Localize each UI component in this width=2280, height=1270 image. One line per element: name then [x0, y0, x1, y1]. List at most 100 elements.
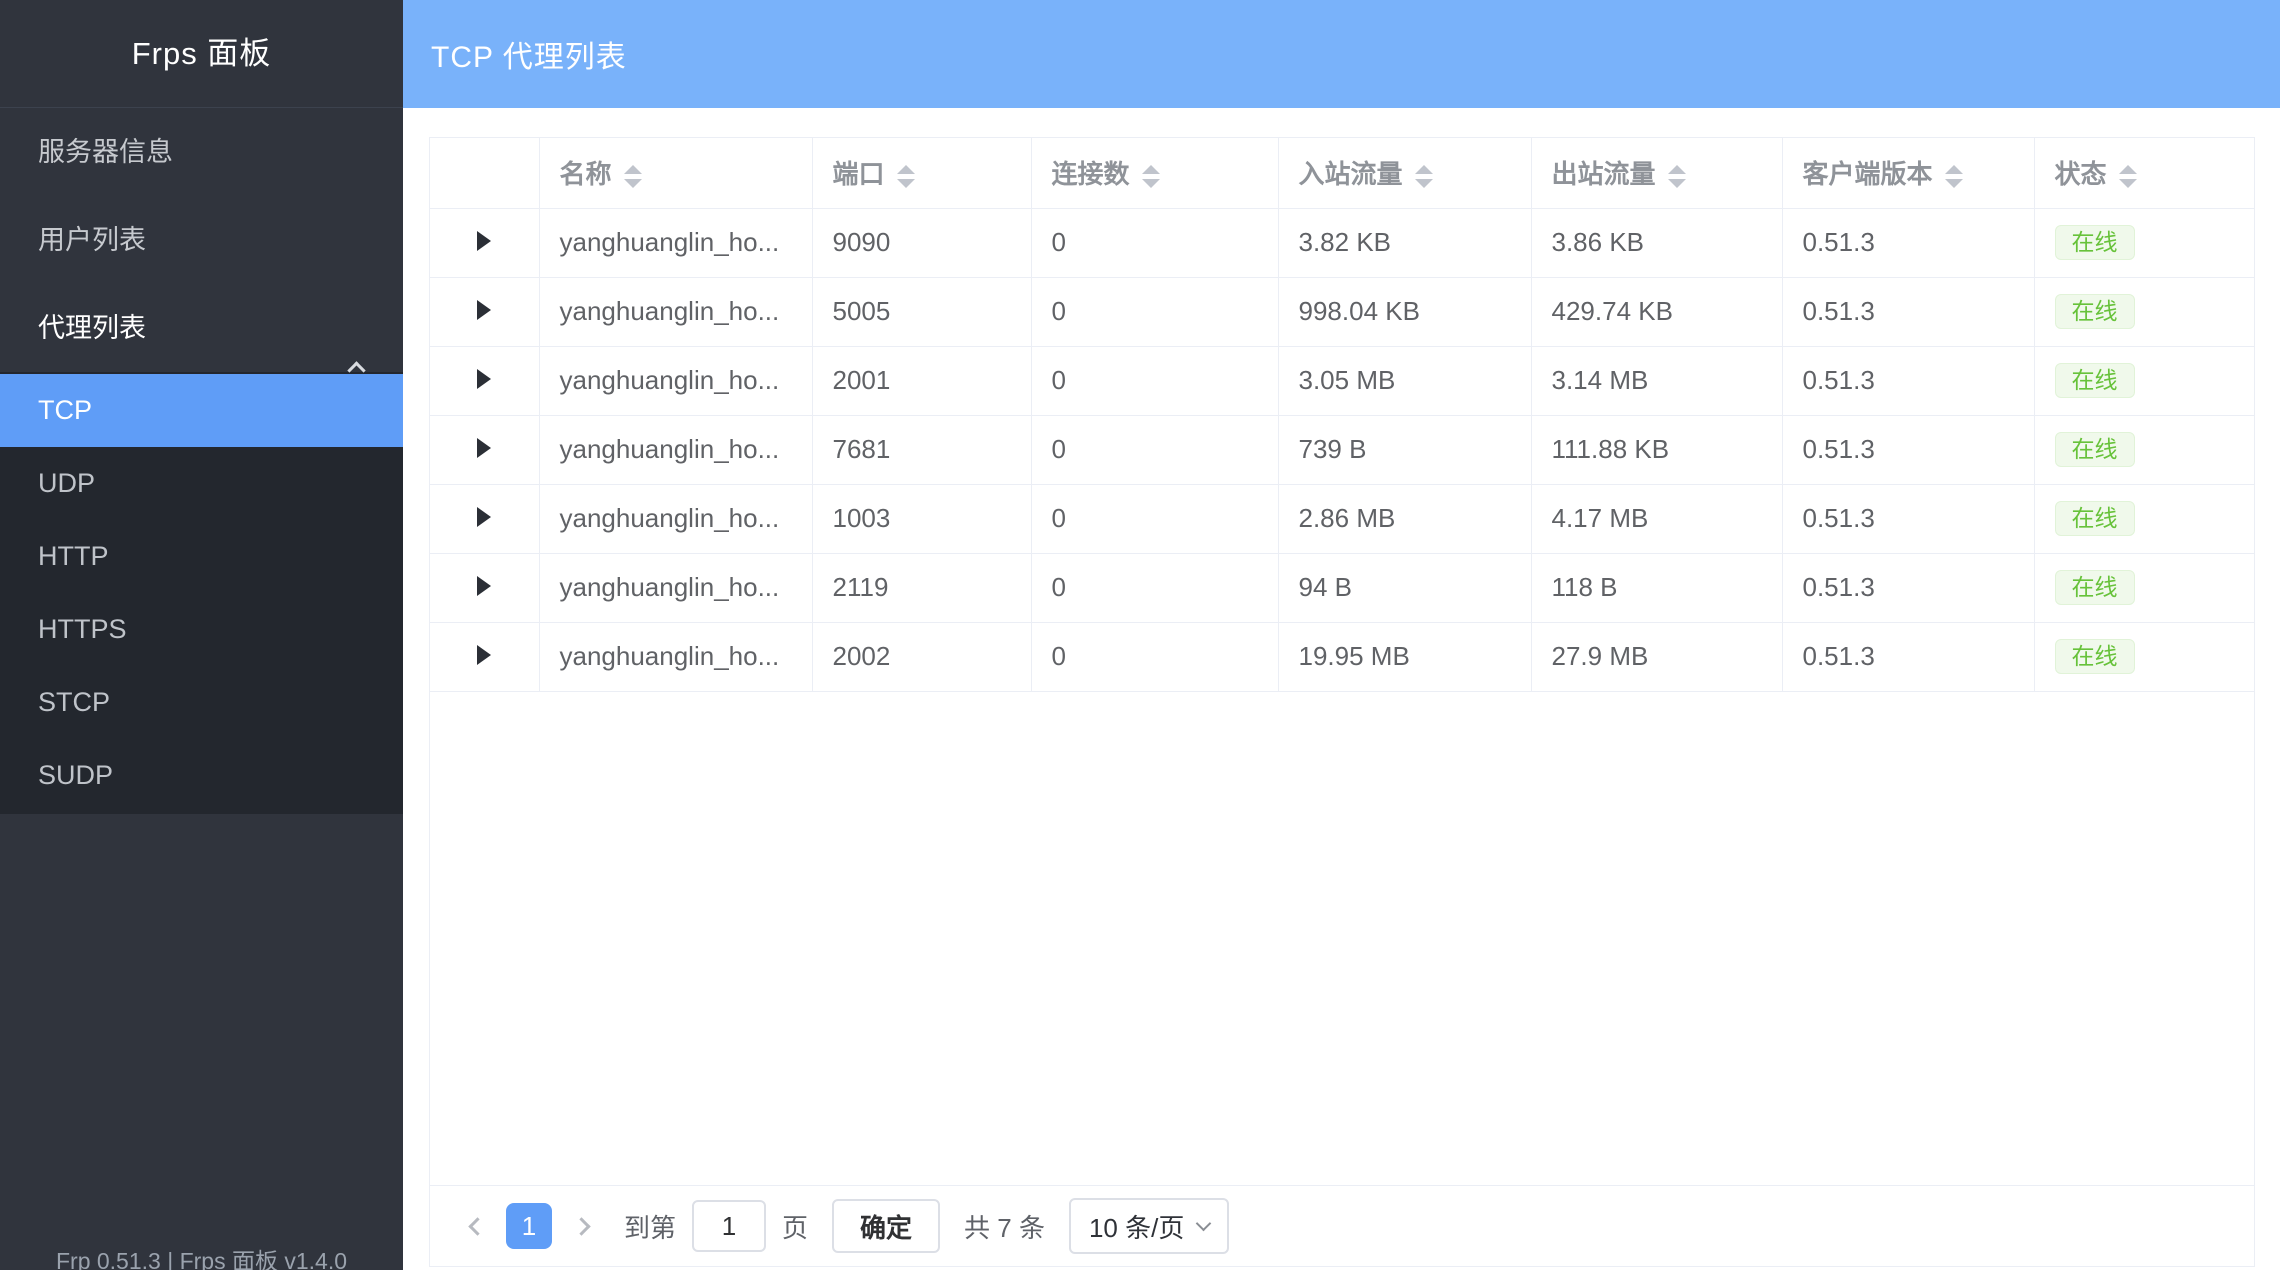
confirm-button[interactable]: 确定 — [832, 1199, 940, 1253]
cell-port: 1003 — [812, 484, 1031, 553]
cell-version: 0.51.3 — [1782, 415, 2034, 484]
expand-row-icon[interactable] — [477, 300, 491, 320]
cell-connections: 0 — [1031, 208, 1278, 277]
table-row: yanghuanglin_ho... 5005 0 998.04 KB 429.… — [430, 277, 2254, 346]
cell-connections: 0 — [1031, 277, 1278, 346]
expand-row-icon[interactable] — [477, 645, 491, 665]
sort-icon[interactable] — [2119, 165, 2137, 188]
table-row: yanghuanglin_ho... 1003 0 2.86 MB 4.17 M… — [430, 484, 2254, 553]
sidebar-item-user-list[interactable]: 用户列表 — [0, 196, 403, 284]
column-label: 出站流量 — [1552, 159, 1656, 189]
cell-port: 2001 — [812, 346, 1031, 415]
column-header-name[interactable]: 名称 — [539, 138, 812, 208]
sidebar-item-server-info[interactable]: 服务器信息 — [0, 108, 403, 196]
table-row: yanghuanglin_ho... 7681 0 739 B 111.88 K… — [430, 415, 2254, 484]
sort-icon[interactable] — [624, 165, 642, 188]
sidebar-item-udp[interactable]: UDP — [0, 447, 403, 520]
status-badge: 在线 — [2055, 225, 2135, 260]
cell-port: 5005 — [812, 277, 1031, 346]
sidebar-item-http[interactable]: HTTP — [0, 520, 403, 593]
sort-icon[interactable] — [1142, 165, 1160, 188]
cell-connections: 0 — [1031, 415, 1278, 484]
sidebar-item-label: 代理列表 — [38, 313, 146, 343]
chevron-down-icon — [1196, 1215, 1212, 1231]
chevron-up-icon — [350, 324, 363, 412]
sort-icon[interactable] — [897, 165, 915, 188]
column-label: 状态 — [2055, 159, 2107, 189]
page-unit-label: 页 — [782, 1208, 808, 1245]
cell-traffic-in: 2.86 MB — [1278, 484, 1531, 553]
sidebar-item-tcp[interactable]: TCP — [0, 374, 403, 447]
column-header-traffic-out[interactable]: 出站流量 — [1531, 138, 1782, 208]
column-header-port[interactable]: 端口 — [812, 138, 1031, 208]
cell-traffic-out: 118 B — [1531, 553, 1782, 622]
cell-traffic-out: 3.86 KB — [1531, 208, 1782, 277]
status-badge: 在线 — [2055, 294, 2135, 329]
cell-traffic-in: 998.04 KB — [1278, 277, 1531, 346]
sort-icon[interactable] — [1668, 165, 1686, 188]
page-header: TCP 代理列表 — [403, 0, 2280, 108]
cell-traffic-out: 27.9 MB — [1531, 622, 1782, 691]
table-row: yanghuanglin_ho... 2001 0 3.05 MB 3.14 M… — [430, 346, 2254, 415]
expand-row-icon[interactable] — [477, 576, 491, 596]
cell-name: yanghuanglin_ho... — [539, 208, 812, 277]
goto-label: 到第 — [624, 1208, 676, 1245]
sidebar: Frps 面板 服务器信息 用户列表 代理列表 TCP UDP HTTP HTT… — [0, 0, 403, 1270]
status-badge: 在线 — [2055, 570, 2135, 605]
column-header-connections[interactable]: 连接数 — [1031, 138, 1278, 208]
cell-connections: 0 — [1031, 553, 1278, 622]
sort-icon[interactable] — [1945, 165, 1963, 188]
column-label: 端口 — [833, 159, 885, 189]
expand-row-icon[interactable] — [477, 507, 491, 527]
sidebar-item-sudp[interactable]: SUDP — [0, 739, 403, 812]
cell-version: 0.51.3 — [1782, 622, 2034, 691]
page-title: TCP 代理列表 — [431, 32, 627, 76]
next-page-button[interactable] — [564, 1203, 598, 1249]
table-row: yanghuanglin_ho... 9090 0 3.82 KB 3.86 K… — [430, 208, 2254, 277]
page-size-select[interactable]: 10 条/页 — [1069, 1198, 1229, 1254]
expand-row-icon[interactable] — [477, 369, 491, 389]
proxy-table-card: 名称 端口 连接数 入站流量 出站流量 客户端版本 状态 yanghuangli… — [429, 137, 2255, 1267]
cell-traffic-out: 111.88 KB — [1531, 415, 1782, 484]
status-badge: 在线 — [2055, 432, 2135, 467]
cell-name: yanghuanglin_ho... — [539, 622, 812, 691]
cell-traffic-out: 4.17 MB — [1531, 484, 1782, 553]
cell-port: 9090 — [812, 208, 1031, 277]
cell-version: 0.51.3 — [1782, 346, 2034, 415]
proxy-table: 名称 端口 连接数 入站流量 出站流量 客户端版本 状态 yanghuangli… — [430, 138, 2254, 692]
cell-connections: 0 — [1031, 484, 1278, 553]
table-header-row: 名称 端口 连接数 入站流量 出站流量 客户端版本 状态 — [430, 138, 2254, 208]
cell-traffic-in: 19.95 MB — [1278, 622, 1531, 691]
prev-page-button[interactable] — [460, 1203, 494, 1249]
version-footer: Frp 0.51.3 | Frps 面板 v1.4.0 — [0, 1242, 403, 1270]
expand-row-icon[interactable] — [477, 438, 491, 458]
sidebar-item-stcp[interactable]: STCP — [0, 666, 403, 739]
column-header-traffic-in[interactable]: 入站流量 — [1278, 138, 1531, 208]
main-content: 名称 端口 连接数 入站流量 出站流量 客户端版本 状态 yanghuangli… — [403, 108, 2280, 1270]
sidebar-item-https[interactable]: HTTPS — [0, 593, 403, 666]
column-label: 名称 — [560, 159, 612, 189]
page-number-button[interactable]: 1 — [506, 1203, 552, 1249]
cell-connections: 0 — [1031, 346, 1278, 415]
table-row: yanghuanglin_ho... 2119 0 94 B 118 B 0.5… — [430, 553, 2254, 622]
goto-page-input[interactable] — [692, 1200, 766, 1252]
frps-dashboard: Frps 面板 服务器信息 用户列表 代理列表 TCP UDP HTTP HTT… — [0, 0, 2280, 1270]
cell-name: yanghuanglin_ho... — [539, 484, 812, 553]
status-badge: 在线 — [2055, 363, 2135, 398]
cell-traffic-in: 3.05 MB — [1278, 346, 1531, 415]
cell-traffic-in: 739 B — [1278, 415, 1531, 484]
status-badge: 在线 — [2055, 639, 2135, 674]
proxy-submenu: TCP UDP HTTP HTTPS STCP SUDP — [0, 372, 403, 814]
table-row: yanghuanglin_ho... 2002 0 19.95 MB 27.9 … — [430, 622, 2254, 691]
column-header-version[interactable]: 客户端版本 — [1782, 138, 2034, 208]
pagination: 1 到第 页 确定 共 7 条 10 条/页 — [430, 1185, 2254, 1266]
column-header-status[interactable]: 状态 — [2034, 138, 2254, 208]
cell-traffic-out: 3.14 MB — [1531, 346, 1782, 415]
sidebar-item-proxy-list[interactable]: 代理列表 — [0, 284, 403, 372]
status-badge: 在线 — [2055, 501, 2135, 536]
expand-row-icon[interactable] — [477, 231, 491, 251]
page-size-value: 10 条/页 — [1089, 1208, 1184, 1245]
sort-icon[interactable] — [1415, 165, 1433, 188]
cell-traffic-out: 429.74 KB — [1531, 277, 1782, 346]
cell-port: 2119 — [812, 553, 1031, 622]
